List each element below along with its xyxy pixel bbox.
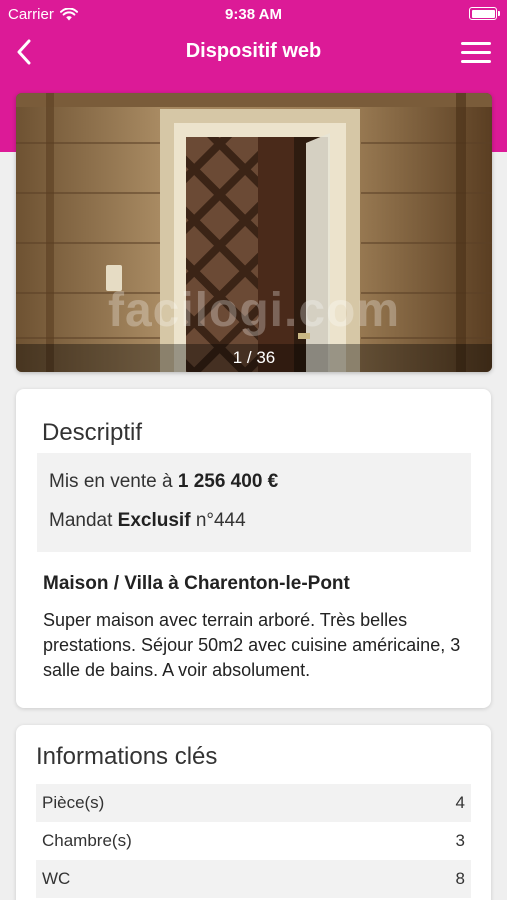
price-prefix: Mis en vente à xyxy=(49,471,173,492)
info-row-wc: WC 8 xyxy=(36,860,471,898)
listing-title: Maison / Villa à Charenton-le-Pont xyxy=(43,573,350,594)
info-value: 3 xyxy=(455,831,465,850)
mandate-row: Mandat Exclusif n°444 xyxy=(49,510,246,532)
key-info-table: Pièce(s) 4 Chambre(s) 3 WC 8 xyxy=(36,784,471,898)
status-bar: Carrier 9:38 AM xyxy=(0,0,507,28)
info-label: Chambre(s) xyxy=(42,831,132,850)
listing-description: Super maison avec terrain arboré. Très b… xyxy=(43,610,461,680)
battery-icon xyxy=(469,7,500,20)
description-title: Descriptif xyxy=(42,419,143,446)
description-card: Descriptif Mis en vente à 1 256 400 € Ma… xyxy=(16,389,491,708)
info-value: 8 xyxy=(455,869,465,888)
mandate-type: Exclusif xyxy=(117,510,191,531)
info-row-bedrooms: Chambre(s) 3 xyxy=(36,822,471,860)
property-photo-gallery[interactable]: facilogi.com 1 / 36 xyxy=(16,93,492,372)
key-info-card: Informations clés Pièce(s) 4 Chambre(s) … xyxy=(16,725,491,900)
key-info-title: Informations clés xyxy=(36,743,218,770)
price-box: Mis en vente à 1 256 400 € Mandat Exclus… xyxy=(37,453,471,552)
hamburger-icon xyxy=(461,42,491,63)
watermark: facilogi.com xyxy=(107,284,401,337)
nav-bar: Dispositif web xyxy=(0,28,507,76)
photo-counter: 1 / 36 xyxy=(16,344,492,372)
price-value: 1 256 400 € xyxy=(177,471,279,492)
mandate-prefix: Mandat xyxy=(49,510,113,531)
mandate-number: n°444 xyxy=(195,510,246,531)
info-row-rooms: Pièce(s) 4 xyxy=(36,784,471,822)
clock: 9:38 AM xyxy=(225,6,282,23)
info-value: 4 xyxy=(455,793,465,812)
page-title: Dispositif web xyxy=(185,40,322,62)
info-label: WC xyxy=(42,869,71,888)
menu-button[interactable] xyxy=(461,42,491,64)
price-row: Mis en vente à 1 256 400 € xyxy=(49,471,278,493)
info-label: Pièce(s) xyxy=(42,793,105,812)
